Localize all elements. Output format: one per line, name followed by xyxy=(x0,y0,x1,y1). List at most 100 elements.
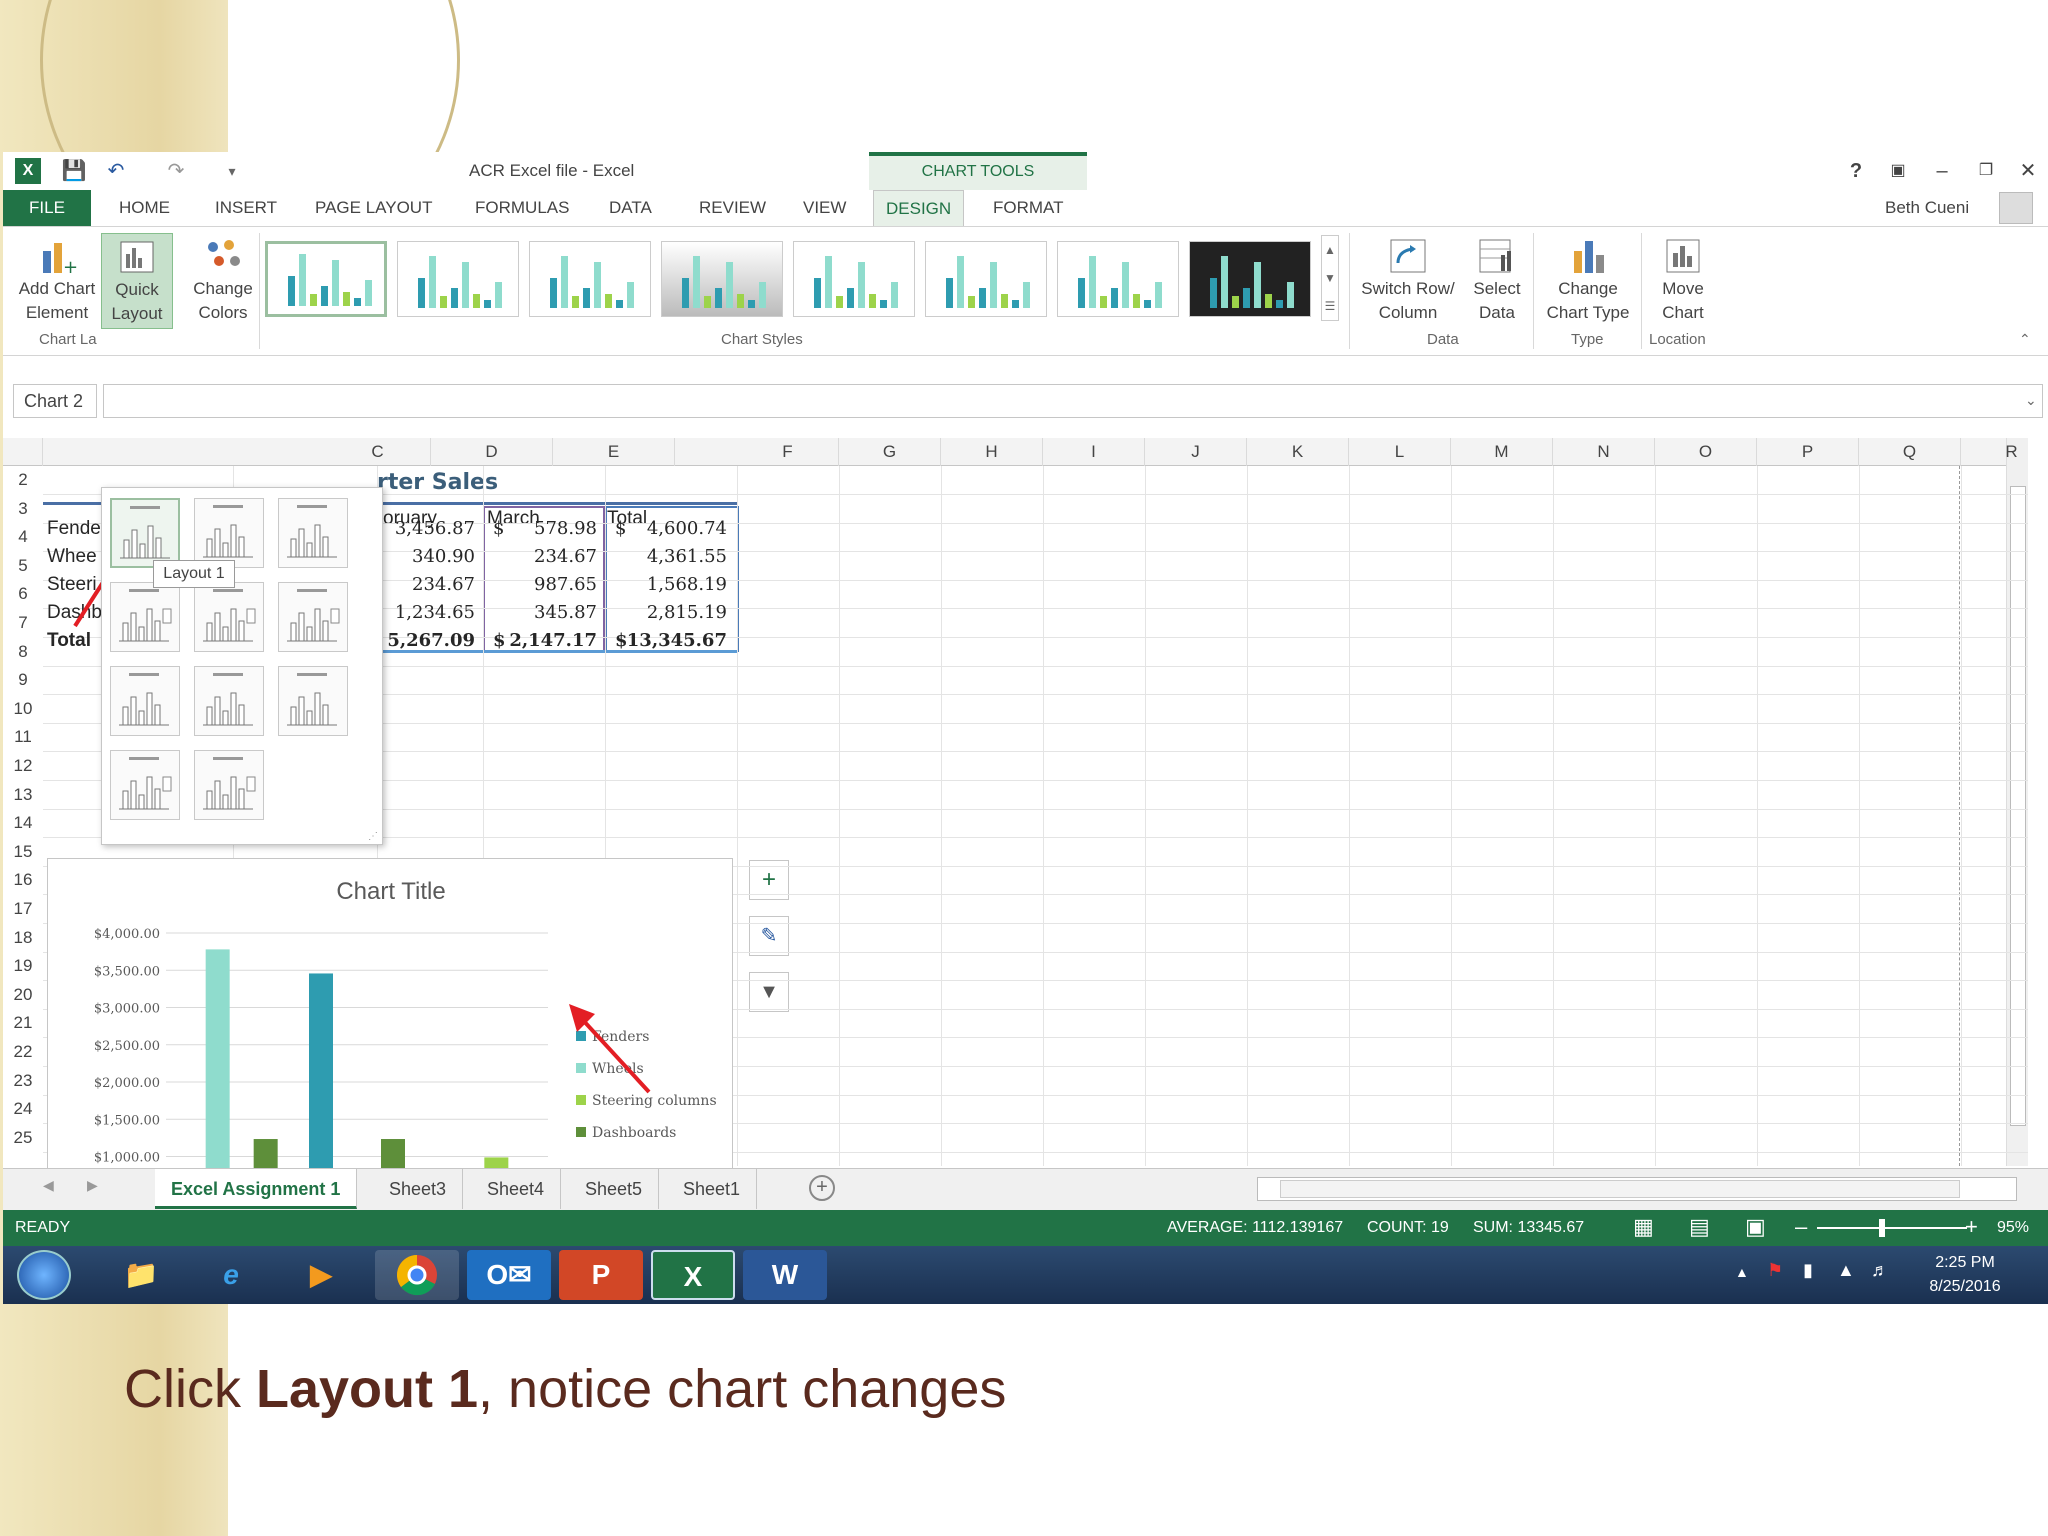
tab-review[interactable]: REVIEW xyxy=(687,190,778,226)
quick-layout-option-4[interactable] xyxy=(110,582,180,652)
row-header-3[interactable]: 3 xyxy=(3,495,43,523)
help-icon[interactable]: ? xyxy=(1839,156,1873,186)
row-header-18[interactable]: 18 xyxy=(3,924,43,952)
sheet-tab-sheet5[interactable]: Sheet5 xyxy=(569,1169,660,1209)
restore-icon[interactable]: ❐ xyxy=(1969,156,2003,186)
column-header-j[interactable]: J xyxy=(1145,438,1247,466)
new-sheet-plus-icon[interactable]: + xyxy=(809,1175,835,1201)
chart-style-thumb-3[interactable] xyxy=(529,241,651,317)
user-avatar[interactable] xyxy=(1999,192,2033,224)
sheet-tab-sheet3[interactable]: Sheet3 xyxy=(373,1169,464,1209)
redo-icon[interactable]: ↷ xyxy=(163,158,189,184)
collapse-ribbon-icon[interactable]: ⌃ xyxy=(2019,331,2031,348)
row-header-25[interactable]: 25 xyxy=(3,1124,43,1152)
quick-layout-option-8[interactable] xyxy=(194,666,264,736)
tab-view[interactable]: VIEW xyxy=(791,190,858,226)
horizontal-scrollbar-thumb[interactable] xyxy=(1280,1180,1960,1198)
user-name[interactable]: Beth Cueni xyxy=(1885,198,1969,218)
column-header-e[interactable]: E xyxy=(553,438,675,466)
file-explorer-icon[interactable]: 📁 xyxy=(99,1250,183,1300)
chart-style-thumb-7[interactable] xyxy=(1057,241,1179,317)
tab-formulas[interactable]: FORMULAS xyxy=(463,190,581,226)
column-header-q[interactable]: Q xyxy=(1859,438,1961,466)
column-header-p[interactable]: P xyxy=(1757,438,1859,466)
show-hidden-icons-icon[interactable]: ▲ xyxy=(1735,1264,1749,1280)
table-cell[interactable]: 2,815.19 xyxy=(647,602,727,623)
excel-taskbar-icon[interactable]: X xyxy=(651,1250,735,1300)
switch-row-column-button[interactable]: Switch Row/ Column xyxy=(1355,233,1461,329)
quick-layout-option-11[interactable] xyxy=(194,750,264,820)
gallery-resize-grip-icon[interactable]: ⋰ xyxy=(368,831,378,842)
row-header-13[interactable]: 13 xyxy=(3,781,43,809)
zoom-out-icon[interactable]: – xyxy=(1795,1214,1807,1240)
vertical-scrollbar-thumb[interactable] xyxy=(2010,486,2026,1126)
row-header-7[interactable]: 7 xyxy=(3,609,43,637)
column-header-r[interactable]: R xyxy=(1961,438,2048,466)
row-header-10[interactable]: 10 xyxy=(3,695,43,723)
chart-style-thumb-8[interactable] xyxy=(1189,241,1311,317)
chart-style-thumb-6[interactable] xyxy=(925,241,1047,317)
page-layout-view-icon[interactable]: ▤ xyxy=(1689,1214,1710,1240)
quick-layout-option-1[interactable] xyxy=(110,498,180,568)
tab-insert[interactable]: INSERT xyxy=(203,190,289,226)
select-data-button[interactable]: Select Data xyxy=(1463,233,1531,329)
outlook-icon[interactable]: O✉ xyxy=(467,1250,551,1300)
sheet-tab-sheet1[interactable]: Sheet1 xyxy=(667,1169,758,1209)
action-center-flag-icon[interactable]: ⚑ xyxy=(1767,1260,1783,1281)
clock-date[interactable]: 8/25/2016 xyxy=(1919,1278,2011,1296)
internet-explorer-icon[interactable]: e xyxy=(189,1250,273,1300)
row-header-15[interactable]: 15 xyxy=(3,838,43,866)
sheet-tab-excel-assignment-1[interactable]: Excel Assignment 1 xyxy=(155,1169,358,1209)
change-chart-type-button[interactable]: Change Chart Type xyxy=(1539,233,1637,329)
table-cell[interactable]: 1,568.19 xyxy=(647,574,727,595)
customize-qat-icon[interactable]: ▾ xyxy=(219,158,245,184)
formula-bar-input[interactable] xyxy=(103,384,2043,418)
row-header-20[interactable]: 20 xyxy=(3,981,43,1009)
media-player-icon[interactable]: ▶ xyxy=(279,1250,363,1300)
column-header-f[interactable]: F xyxy=(737,438,839,466)
scroll-tabs-right-icon[interactable]: ▶ xyxy=(87,1177,98,1194)
column-header-d[interactable]: D xyxy=(431,438,553,466)
table-cell[interactable]: 234.67 xyxy=(534,546,597,567)
row-header-5[interactable]: 5 xyxy=(3,552,43,580)
ribbon-display-options-icon[interactable]: ▣ xyxy=(1881,156,1915,186)
column-header-l[interactable]: L xyxy=(1349,438,1451,466)
column-header-g[interactable]: G xyxy=(839,438,941,466)
tab-design[interactable]: DESIGN xyxy=(873,190,965,226)
horizontal-scrollbar[interactable] xyxy=(1257,1177,2017,1201)
quick-layout-option-3[interactable] xyxy=(278,498,348,568)
table-cell[interactable]: 3,456.87 xyxy=(395,518,475,539)
row-header-14[interactable]: 14 xyxy=(3,809,43,837)
tab-format[interactable]: FORMAT xyxy=(981,190,1076,226)
table-cell[interactable]: 4,600.74 xyxy=(647,518,727,539)
sheet-tab-sheet4[interactable]: Sheet4 xyxy=(471,1169,562,1209)
powerpoint-icon[interactable]: P xyxy=(559,1250,643,1300)
quick-layout-option-6[interactable] xyxy=(278,582,348,652)
zoom-in-icon[interactable]: + xyxy=(1965,1214,1978,1240)
row-label-4[interactable]: Total xyxy=(47,630,91,652)
quick-layout-option-5[interactable] xyxy=(194,582,264,652)
column-header-k[interactable]: K xyxy=(1247,438,1349,466)
row-header-19[interactable]: 19 xyxy=(3,952,43,980)
tab-file[interactable]: FILE xyxy=(3,190,91,226)
column-header-h[interactable]: H xyxy=(941,438,1043,466)
zoom-level[interactable]: 95% xyxy=(1997,1219,2029,1237)
row-header-9[interactable]: 9 xyxy=(3,666,43,694)
normal-view-icon[interactable]: ▦ xyxy=(1633,1214,1654,1240)
column-header-c[interactable]: C xyxy=(325,438,431,466)
chrome-icon[interactable] xyxy=(375,1250,459,1300)
row-header-21[interactable]: 21 xyxy=(3,1009,43,1037)
row-header-12[interactable]: 12 xyxy=(3,752,43,780)
chart-styles-brush-icon[interactable]: ✎ xyxy=(749,916,789,956)
scroll-tabs-left-icon[interactable]: ◀ xyxy=(43,1177,54,1194)
tab-data[interactable]: DATA xyxy=(597,190,664,226)
row-header-8[interactable]: 8 xyxy=(3,638,43,666)
move-chart-button[interactable]: Move Chart xyxy=(1647,233,1719,329)
chart-style-thumb-4[interactable] xyxy=(661,241,783,317)
name-box[interactable]: Chart 2 xyxy=(13,384,97,418)
quick-layout-option-2[interactable] xyxy=(194,498,264,568)
row-header-11[interactable]: 11 xyxy=(3,723,43,751)
gallery-scroll-icon[interactable]: ▲ ▼ ☰ xyxy=(1321,235,1339,321)
page-break-view-icon[interactable]: ▣ xyxy=(1745,1214,1766,1240)
table-cell[interactable]: 340.90 xyxy=(412,546,475,567)
